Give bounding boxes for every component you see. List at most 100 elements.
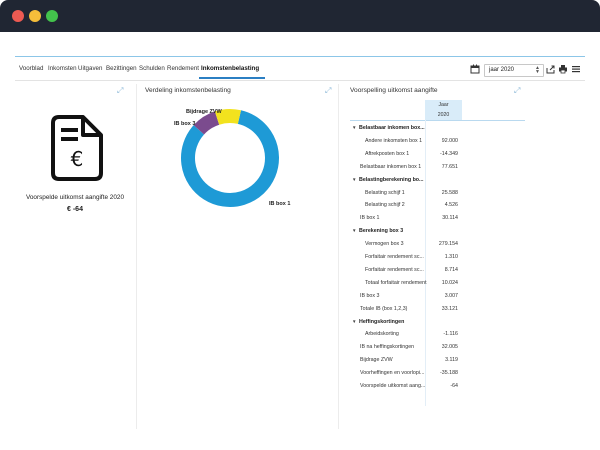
row-value: 33.121 bbox=[441, 305, 458, 312]
column-header: Jaar 2020 bbox=[425, 100, 462, 120]
table-row: Totale IB (box 1,2,3) 33.121 bbox=[350, 304, 462, 314]
donut-slice-bijdrage-zvw[interactable] bbox=[214, 109, 242, 125]
row-label: Belasting schijf 1 bbox=[365, 189, 405, 196]
year-select-value: jaar 2020 bbox=[489, 67, 515, 73]
prediction-value: € -64 bbox=[67, 206, 83, 213]
table-row: Voorheffingen en voorlopi... -35.188 bbox=[350, 368, 462, 378]
tab-rendement[interactable]: Rendement bbox=[167, 65, 199, 72]
table-row: Belasting schijf 1 25.588 bbox=[350, 188, 462, 198]
close-window-button[interactable] bbox=[12, 10, 24, 22]
table-group-row[interactable]: ▼ Belastbaar inkomen box... bbox=[350, 123, 462, 133]
chart-title: Verdeling inkomstenbelasting bbox=[145, 87, 231, 94]
row-label: Forfaitair rendement sc... bbox=[365, 266, 424, 273]
caret-down-icon[interactable]: ▼ bbox=[352, 319, 356, 324]
column-header-year: 2020 bbox=[437, 112, 450, 118]
table-row: Forfaitair rendement sc... 8.714 bbox=[350, 265, 462, 275]
row-value: 30.114 bbox=[442, 215, 458, 222]
tab-schulden[interactable]: Schulden bbox=[139, 65, 165, 72]
table-title: Voorspelling uitkomst aangifte bbox=[350, 87, 438, 94]
table-row: Aftrekposten box 1 -14.349 bbox=[350, 149, 462, 159]
tab-uitgaven[interactable]: Uitgaven bbox=[78, 65, 102, 72]
row-value: 3.119 bbox=[445, 357, 458, 364]
table-group-row[interactable]: ▼ Heffingskortingen bbox=[350, 317, 462, 327]
row-label: Forfaitair rendement sc... bbox=[365, 254, 424, 260]
row-label: Heffingskortingen bbox=[359, 318, 405, 325]
table-row: Belastbaar inkomen box 1 77.651 bbox=[350, 162, 462, 172]
row-value: 4.526 bbox=[444, 202, 458, 209]
table-row: Vermogen box 3 279.154 bbox=[350, 239, 462, 249]
row-value: 77.651 bbox=[441, 163, 458, 170]
print-icon[interactable] bbox=[558, 64, 568, 74]
row-value: 1.310 bbox=[444, 254, 458, 260]
table-row: IB na heffingskortingen 32.005 bbox=[350, 342, 462, 352]
calendar-icon[interactable] bbox=[470, 64, 480, 74]
table-row: Andere inkomsten box 1 92.000 bbox=[350, 136, 462, 146]
table-group-row[interactable]: ▼ Berekening box 3 bbox=[350, 226, 462, 236]
row-value: 92.000 bbox=[441, 137, 458, 144]
panel-divider-left bbox=[136, 84, 137, 429]
row-value: 8.714 bbox=[444, 266, 458, 273]
maximize-window-button[interactable] bbox=[46, 10, 58, 22]
tab-bar-divider bbox=[15, 80, 585, 81]
prediction-label: Voorspelde uitkomst aangifte 2020 bbox=[25, 194, 125, 201]
row-label: Andere inkomsten box 1 bbox=[365, 137, 423, 144]
table-row: Belasting schijf 2 4.526 bbox=[350, 200, 462, 210]
column-header-jaar: Jaar bbox=[438, 102, 449, 108]
caret-down-icon[interactable]: ▼ bbox=[352, 228, 356, 233]
row-label: Berekening box 3 bbox=[359, 228, 404, 235]
app-window: Voorblad Inkomsten Uitgaven Bezittingen … bbox=[0, 0, 600, 450]
row-value: 279.154 bbox=[438, 241, 458, 248]
table-row: Totaal forfaitair rendement 10.024 bbox=[350, 278, 462, 288]
row-label: Bijdrage ZVW bbox=[360, 357, 393, 364]
expand-icon[interactable]: ⤢ bbox=[325, 86, 331, 96]
row-value: -1.116 bbox=[443, 331, 458, 338]
row-value: -14.349 bbox=[440, 150, 458, 157]
table-row: Voorspelde uitkomst aang... -64 bbox=[350, 381, 462, 391]
row-label: Arbeidskorting bbox=[365, 331, 399, 338]
row-label: Aftrekposten box 1 bbox=[365, 150, 410, 157]
active-tab-indicator bbox=[199, 77, 265, 79]
table-row: Bijdrage ZVW 3.119 bbox=[350, 355, 462, 365]
caret-down-icon[interactable]: ▼ bbox=[352, 125, 356, 130]
minimize-window-button[interactable] bbox=[29, 10, 41, 22]
table-group-row[interactable]: ▼ Belastingberekening bo... bbox=[350, 175, 462, 185]
svg-text:€: € bbox=[71, 147, 84, 171]
share-icon[interactable] bbox=[546, 64, 556, 74]
row-label: Belastbaar inkomen box... bbox=[359, 125, 425, 131]
row-label: Belastbaar inkomen box 1 bbox=[360, 163, 422, 170]
row-value: 10.024 bbox=[441, 279, 458, 286]
chart-label-ib-box-3: IB box 3 bbox=[174, 121, 196, 127]
tab-voorblad[interactable]: Voorblad bbox=[19, 65, 43, 72]
title-bar bbox=[0, 0, 600, 32]
chart-label-bijdrage-zvw: Bijdrage ZVW bbox=[186, 109, 222, 115]
tab-inkomsten[interactable]: Inkomsten bbox=[48, 65, 77, 72]
row-label: Voorheffingen en voorlopi... bbox=[360, 370, 425, 377]
tab-inkomstenbelasting[interactable]: Inkomstenbelasting bbox=[201, 65, 259, 72]
top-divider bbox=[15, 56, 585, 57]
row-value: 25.588 bbox=[441, 189, 458, 196]
row-value: -64 bbox=[450, 383, 458, 389]
row-label: Belastingberekening bo... bbox=[359, 176, 424, 183]
table-row: IB box 3 3.007 bbox=[350, 291, 462, 301]
tab-bezittingen[interactable]: Bezittingen bbox=[106, 65, 137, 72]
row-label: Vermogen box 3 bbox=[365, 241, 404, 248]
caret-down-icon[interactable]: ▼ bbox=[352, 177, 356, 182]
donut-slice-ib-box-3[interactable] bbox=[193, 111, 220, 135]
row-value: -35.188 bbox=[440, 370, 458, 377]
table-row: IB box 1 30.114 bbox=[350, 213, 462, 223]
row-label: Belasting schijf 2 bbox=[365, 202, 405, 209]
row-label: IB box 3 bbox=[360, 292, 380, 299]
table-row: Forfaitair rendement sc... 1.310 bbox=[350, 252, 462, 262]
menu-icon[interactable] bbox=[571, 64, 581, 74]
header-divider bbox=[350, 120, 525, 121]
chart-label-ib-box-1: IB box 1 bbox=[269, 201, 291, 207]
row-label: Voorspelde uitkomst aang... bbox=[360, 383, 426, 389]
euro-document-icon: € bbox=[51, 115, 103, 181]
expand-icon[interactable]: ⤢ bbox=[117, 86, 123, 96]
expand-icon[interactable]: ⤢ bbox=[514, 86, 520, 96]
select-arrows-icon: ▲ ▼ bbox=[535, 65, 540, 75]
row-value: 3.007 bbox=[444, 292, 458, 299]
year-select[interactable]: jaar 2020 ▲ ▼ bbox=[484, 64, 544, 77]
row-label: IB box 1 bbox=[360, 215, 380, 222]
row-label: Totaal forfaitair rendement bbox=[365, 279, 427, 286]
